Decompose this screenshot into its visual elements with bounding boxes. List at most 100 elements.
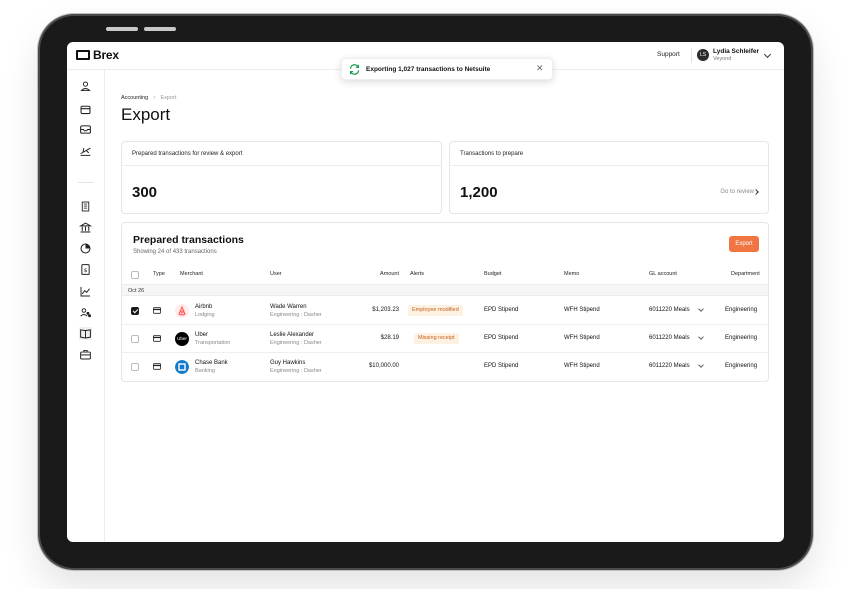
card-header: Prepared transactions for review & expor… <box>122 142 441 166</box>
transactions-card: Prepared transactions Showing 24 of 433 … <box>121 222 769 382</box>
merchant-name: Airbnb <box>195 304 213 310</box>
merchant-category: Lodging <box>195 312 215 318</box>
table-row[interactable]: Airbnb Lodging Wade Warren Engineering :… <box>122 297 768 325</box>
receipt-icon[interactable]: $ <box>79 263 92 276</box>
nav-divider <box>78 182 94 183</box>
user-icon[interactable] <box>79 80 92 93</box>
building-icon[interactable] <box>79 200 92 213</box>
card-header: Transactions to prepare <box>450 142 768 166</box>
row-checkbox[interactable] <box>131 307 139 315</box>
breadcrumb: Accounting > Export <box>121 95 176 101</box>
page-title: Export <box>121 105 171 124</box>
merchant-name: Uber <box>195 332 209 338</box>
col-merchant[interactable]: Merchant <box>180 271 203 277</box>
user-name: Wade Warren <box>270 304 307 310</box>
table-header: Type Merchant User Amount Alerts Budget … <box>122 267 768 283</box>
col-amount[interactable]: Amount <box>380 271 399 277</box>
main-content: Accounting > Export Export Prepared tran… <box>105 70 784 542</box>
department: Engineering <box>725 307 758 313</box>
merchant-category: Transportation <box>195 340 231 346</box>
prepared-summary-card: Prepared transactions for review & expor… <box>121 141 442 214</box>
col-user[interactable]: User <box>270 271 282 277</box>
date-group: Oct 26 <box>122 284 768 296</box>
card-icon <box>153 307 161 314</box>
user-team: Engineering : Dasher <box>270 312 322 318</box>
airbnb-logo-icon <box>175 304 189 318</box>
prepared-count: 300 <box>132 184 158 201</box>
memo: WFH Stipend <box>564 335 600 341</box>
amount: $10,000.00 <box>368 363 399 369</box>
user-team: Engineering : Dasher <box>270 340 322 346</box>
avatar[interactable]: LS <box>697 49 709 61</box>
col-budget[interactable]: Budget <box>484 271 501 277</box>
wallet-icon[interactable] <box>79 103 92 116</box>
team-icon[interactable] <box>79 306 92 319</box>
book-icon[interactable] <box>79 327 92 340</box>
chevron-down-icon[interactable] <box>763 50 772 59</box>
power-button <box>144 27 176 31</box>
select-all-checkbox[interactable] <box>131 271 139 279</box>
budget: EPD Stipend <box>484 307 519 313</box>
col-department[interactable]: Department <box>731 271 760 277</box>
budget: EPD Stipend <box>484 363 519 369</box>
date-label: Oct 26 <box>128 288 145 294</box>
table-row[interactable]: Chase Bank Banking Guy Hawkins Engineeri… <box>122 353 768 381</box>
inbox-icon[interactable] <box>79 123 92 136</box>
row-checkbox[interactable] <box>131 363 139 371</box>
table-row[interactable]: Uber Uber Transportation Leslie Alexande… <box>122 325 768 353</box>
brex-logo-icon <box>76 50 90 60</box>
amount: $28.19 <box>380 335 399 341</box>
card-label: Prepared transactions for review & expor… <box>132 151 243 157</box>
gl-account-select[interactable]: 6011220 Meals <box>649 335 690 341</box>
amount: $1,203.23 <box>372 307 399 313</box>
uber-logo-icon: Uber <box>175 332 189 346</box>
export-button[interactable]: Export <box>729 236 759 252</box>
pie-chart-icon[interactable] <box>79 242 92 255</box>
svg-text:$: $ <box>84 268 88 274</box>
col-gl-account[interactable]: GL account <box>649 271 677 277</box>
app-screen: Brex Support LS Lydia Schleifer Veyond E… <box>67 42 784 542</box>
card-icon <box>153 363 161 370</box>
chevron-down-icon[interactable] <box>698 306 704 312</box>
breadcrumb-accounting[interactable]: Accounting <box>121 95 148 101</box>
gl-account-select[interactable]: 6011220 Meals <box>649 307 690 313</box>
line-chart-icon[interactable] <box>79 285 92 298</box>
side-nav: $ <box>67 70 105 542</box>
col-type[interactable]: Type <box>153 271 165 277</box>
chevron-right-icon[interactable] <box>753 189 759 195</box>
travel-icon[interactable] <box>79 144 92 157</box>
chevron-down-icon[interactable] <box>698 362 704 368</box>
memo: WFH Stipend <box>564 363 600 369</box>
brex-logo[interactable]: Brex <box>76 48 119 62</box>
col-alerts[interactable]: Alerts <box>410 271 424 277</box>
breadcrumb-current: Export <box>160 95 177 101</box>
user-team: Engineering : Dasher <box>270 368 322 374</box>
budget: EPD Stipend <box>484 335 519 341</box>
table-subtitle: Showing 24 of 433 transactions <box>133 249 217 255</box>
alert-badge: Missing receipt <box>414 333 459 344</box>
user-name: Guy Hawkins <box>270 360 306 366</box>
card-label: Transactions to prepare <box>460 151 524 157</box>
merchant-category: Banking <box>195 368 215 374</box>
user-org: Veyond <box>713 56 732 62</box>
support-link[interactable]: Support <box>657 51 680 58</box>
row-checkbox[interactable] <box>131 335 139 343</box>
memo: WFH Stipend <box>564 307 600 313</box>
user-name: Leslie Alexander <box>270 332 315 338</box>
briefcase-icon[interactable] <box>79 348 92 361</box>
to-prepare-summary-card: Transactions to prepare 1,200 Go to revi… <box>449 141 769 214</box>
chevron-down-icon[interactable] <box>698 334 704 340</box>
merchant-name: Chase Bank <box>195 360 228 366</box>
chase-logo-icon <box>175 360 189 374</box>
volume-button <box>106 27 138 31</box>
col-memo[interactable]: Memo <box>564 271 579 277</box>
user-name[interactable]: Lydia Schleifer <box>713 48 759 55</box>
brand-name: Brex <box>93 48 119 62</box>
department: Engineering <box>725 363 758 369</box>
bank-icon[interactable] <box>79 221 92 234</box>
go-to-review-link[interactable]: Go to review <box>720 189 754 195</box>
department: Engineering <box>725 335 758 341</box>
gl-account-select[interactable]: 6011220 Meals <box>649 363 690 369</box>
card-icon <box>153 335 161 342</box>
to-prepare-count: 1,200 <box>460 184 498 201</box>
